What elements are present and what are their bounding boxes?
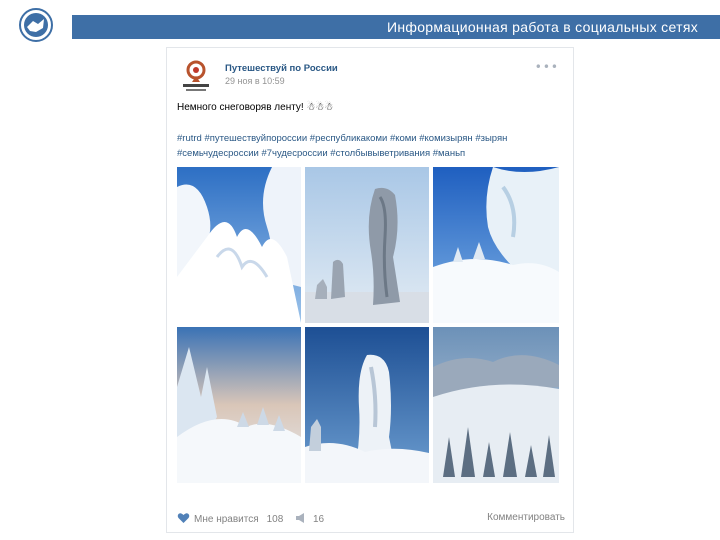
community-avatar[interactable]: [177, 56, 215, 94]
post-photo-snowy-forest[interactable]: [177, 167, 301, 323]
post-author[interactable]: Путешествуй по России: [225, 63, 338, 74]
like-count: 108: [266, 514, 284, 525]
like-button[interactable]: Мне нравится 108: [177, 512, 283, 527]
post-photo-pillar-closeup[interactable]: [305, 327, 429, 483]
heart-icon: [177, 512, 190, 527]
post-photo-snowy-mountain-forest[interactable]: [433, 327, 559, 483]
post-photo-snowy-hillside-trees[interactable]: [177, 327, 301, 483]
repost-button[interactable]: 16: [295, 512, 324, 527]
organization-emblem-icon: [14, 8, 58, 42]
post-date[interactable]: 29 ноя в 10:59: [225, 76, 285, 86]
more-icon[interactable]: •••: [535, 60, 559, 74]
comment-button[interactable]: Комментировать: [487, 512, 565, 523]
comment-label: Комментировать: [487, 512, 565, 523]
post-photo-weathering-pillars[interactable]: [305, 167, 429, 323]
repost-count: 16: [313, 514, 325, 525]
hashtags-line-2[interactable]: #семьчудесроссии #7чудесроссии #столбывы…: [177, 146, 567, 161]
post-photo-frosted-trees[interactable]: [433, 167, 559, 323]
like-label: Мне нравится: [194, 514, 259, 525]
post-hashtags: #rutrd #путешествуйпороссии #республикак…: [177, 131, 567, 161]
social-post-card: Путешествуй по России 29 ноя в 10:59 •••…: [166, 47, 574, 533]
post-text: Немного снеговоряв ленту! ☃☃☃: [177, 102, 334, 113]
repost-icon: [295, 512, 309, 527]
slide-title: Информационная работа в социальных сетях: [387, 19, 698, 35]
hashtags-line-1[interactable]: #rutrd #путешествуйпороссии #республикак…: [177, 131, 567, 146]
post-actions: Мне нравится 108 16 Комментировать: [177, 510, 565, 526]
slide-title-banner: Информационная работа в социальных сетях: [72, 15, 720, 39]
